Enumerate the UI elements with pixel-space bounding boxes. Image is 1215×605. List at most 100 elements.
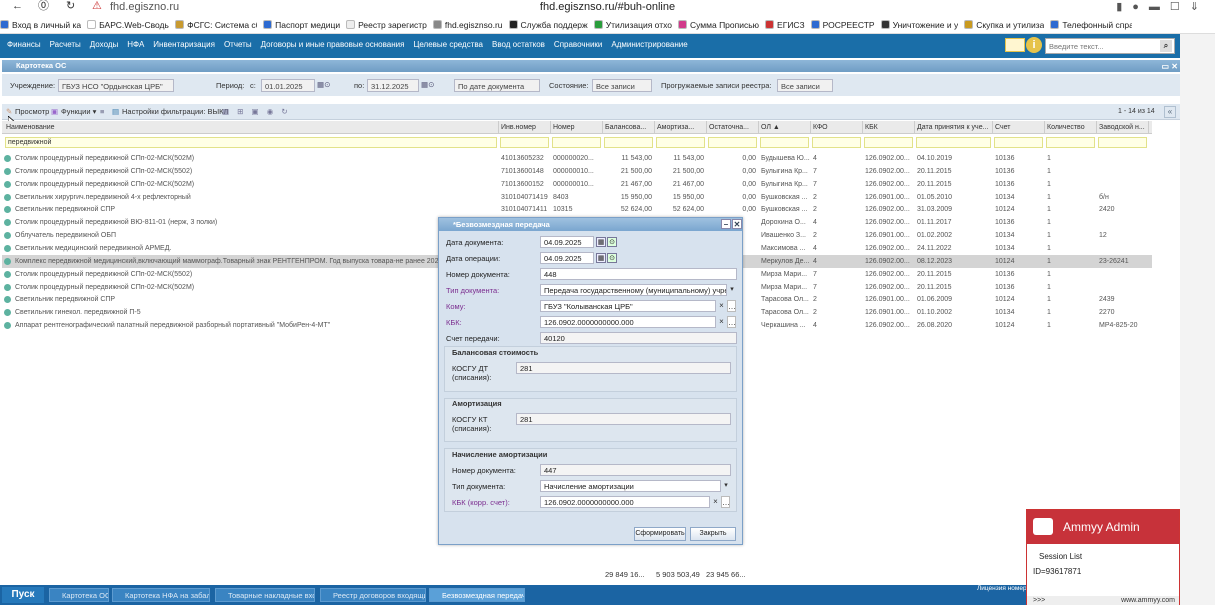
close-icon[interactable]: ✕ [732,219,742,229]
column-filter-input[interactable] [864,137,913,148]
chevron-down-icon[interactable]: ▾ [721,480,731,492]
column-header[interactable]: Количество [1045,121,1097,134]
chevron-down-icon[interactable]: ▾ [727,284,737,296]
column-header[interactable]: Счет [993,121,1045,134]
close-button[interactable]: Закрыть [690,527,736,541]
bookmark-item[interactable]: ФСГС: Система сб [175,18,257,32]
calendar-icon[interactable]: ▦ [596,253,606,263]
column-filter-input[interactable]: передвижной [5,137,497,148]
account-input[interactable]: 40120 [540,332,737,344]
column-filter-input[interactable] [656,137,705,148]
column-header[interactable]: Номер [551,121,603,134]
column-filter-input[interactable] [994,137,1043,148]
kosgu-kt-input[interactable]: 281 [516,413,731,425]
today-icon[interactable]: ⊙ [607,253,617,263]
period-to-field[interactable]: 31.12.2025 [367,79,419,92]
session-list-link[interactable]: Session List [1039,552,1082,561]
menu-item[interactable]: Целевые средства [413,40,483,49]
toolbar-icons[interactable]: ▦ ⊞ ▣ ◉ ↻ [222,107,291,116]
column-header[interactable]: Заводской н... [1097,121,1149,134]
column-header[interactable]: Балансова... [603,121,655,134]
view-button[interactable]: Просмотр [15,107,49,116]
task-card-os[interactable]: Картотека ОС [49,588,109,602]
functions-button[interactable]: Функции ▾ [61,107,96,116]
column-header[interactable]: Дата принятия к уче... [915,121,993,134]
table-row[interactable]: Столик процедурный передвижной СПп-02-МС… [2,152,1152,165]
ellipsis-icon[interactable]: … [727,300,736,312]
menu-item[interactable]: Ввод остатков [492,40,545,49]
form-button[interactable]: Сформировать [634,527,686,541]
doc-number-input[interactable]: 448 [540,268,737,280]
bookmark-item[interactable]: Вход в личный ка [0,18,81,32]
functions-icon[interactable]: ▣ [51,107,58,116]
calendar-icon[interactable]: ▦ [596,237,606,247]
accr-kbk-input[interactable]: 126.0902.0000000000.000 [540,496,710,508]
bookmark-item[interactable]: БАРС.Web-Своды [87,18,169,32]
accr-doc-number-input[interactable]: 447 [540,464,731,476]
column-filter-input[interactable] [1046,137,1095,148]
task-contracts[interactable]: Реестр договоров входящих [320,588,426,602]
state-select[interactable]: Все записи [592,79,652,92]
loaded-select[interactable]: Все записи [777,79,833,92]
column-header[interactable]: Остаточна... [707,121,759,134]
bookmark-item[interactable]: Реестр зарегистр [346,18,427,32]
start-button[interactable]: Пуск [2,587,44,603]
today-icon[interactable]: ⊙ [607,237,617,247]
bookmark-item[interactable]: Служба поддерж [508,18,588,32]
panel-window-controls[interactable]: ▭ ✕ [1162,61,1178,73]
menu-item[interactable]: Администрирование [611,40,687,49]
kosgu-dt-input[interactable]: 281 [516,362,731,374]
calendar-icon[interactable]: ▦⊙ [317,80,330,89]
bookmark-item[interactable]: ЕГИСЗ [765,18,805,32]
op-date-input[interactable]: 04.09.2025 [540,252,594,264]
kbk-input[interactable]: 126.0902.0000000000.000 [540,316,716,328]
column-filter-input[interactable] [812,137,861,148]
column-header[interactable]: КФО [811,121,863,134]
date-mode-select[interactable]: По дате документа [454,79,540,92]
ellipsis-icon[interactable]: … [727,316,736,328]
table-row[interactable]: Столик процедурный передвижной СПп-02-МС… [2,165,1152,178]
global-search-input[interactable]: Введите текст... [1045,38,1175,54]
column-filter-input[interactable] [552,137,601,148]
menu-item[interactable]: Договоры и иные правовые основания [261,40,405,49]
bookmark-item[interactable]: Сумма Прописью [678,18,759,32]
table-row[interactable]: Светильник хирургич.передвижной 4-х рефл… [2,191,1152,204]
menu-item[interactable]: Справочники [554,40,602,49]
minimize-icon[interactable]: – [721,219,731,229]
mail-icon[interactable] [1005,38,1025,52]
table-row[interactable]: Столик процедурный передвижной СПп-02-МС… [2,178,1152,191]
column-filter-input[interactable] [1098,137,1147,148]
column-filter-input[interactable] [916,137,991,148]
task-card-nfa[interactable]: Картотека НФА на забал... [112,588,210,602]
menu-item[interactable]: Расчеты [50,40,81,49]
column-filter-input[interactable] [604,137,653,148]
bookmark-item[interactable]: Уничтожение и у [880,18,958,32]
task-transfer[interactable]: Безвозмездная передача [429,588,525,602]
list-icon[interactable]: ≡ [100,107,104,116]
recipient-input[interactable]: ГБУЗ "Колыванская ЦРБ" [540,300,716,312]
period-from-field[interactable]: 01.01.2025 [261,79,315,92]
doc-type-select[interactable]: Передача государственному (муниципальном… [540,284,727,296]
search-icon[interactable]: ⌕ [1160,40,1172,52]
filter-icon[interactable]: ▤ [112,107,119,116]
institution-field[interactable]: ГБУЗ НСО "Ордынская ЦРБ" [58,79,174,92]
clear-icon[interactable]: × [717,300,726,312]
column-header[interactable]: КБК [863,121,915,134]
column-filter-input[interactable] [760,137,809,148]
bookmark-item[interactable]: fhd.egisznso.ru [432,18,503,32]
column-filter-input[interactable] [500,137,549,148]
bookmark-item[interactable]: РОСРЕЕСТР [810,18,875,32]
menu-item[interactable]: Финансы [7,40,41,49]
menu-item[interactable]: Инвентаризация [153,40,215,49]
calendar-icon[interactable]: ▦⊙ [421,80,434,89]
task-invoices[interactable]: Товарные накладные вхо... [215,588,315,602]
bookmark-item[interactable]: Скупка и утилиза [964,18,1044,32]
column-header[interactable]: Наименование [4,121,499,134]
column-header[interactable]: Инв.номер [499,121,551,134]
bookmark-item[interactable]: Утилизация отхо [593,18,672,32]
clear-icon[interactable]: × [711,496,720,508]
column-header[interactable]: Амортиза... [655,121,707,134]
column-filter-input[interactable] [708,137,757,148]
filter-settings-button[interactable]: Настройки фильтрации: ВЫКЛ [122,107,228,116]
expand-link[interactable]: >>> [1033,596,1045,605]
